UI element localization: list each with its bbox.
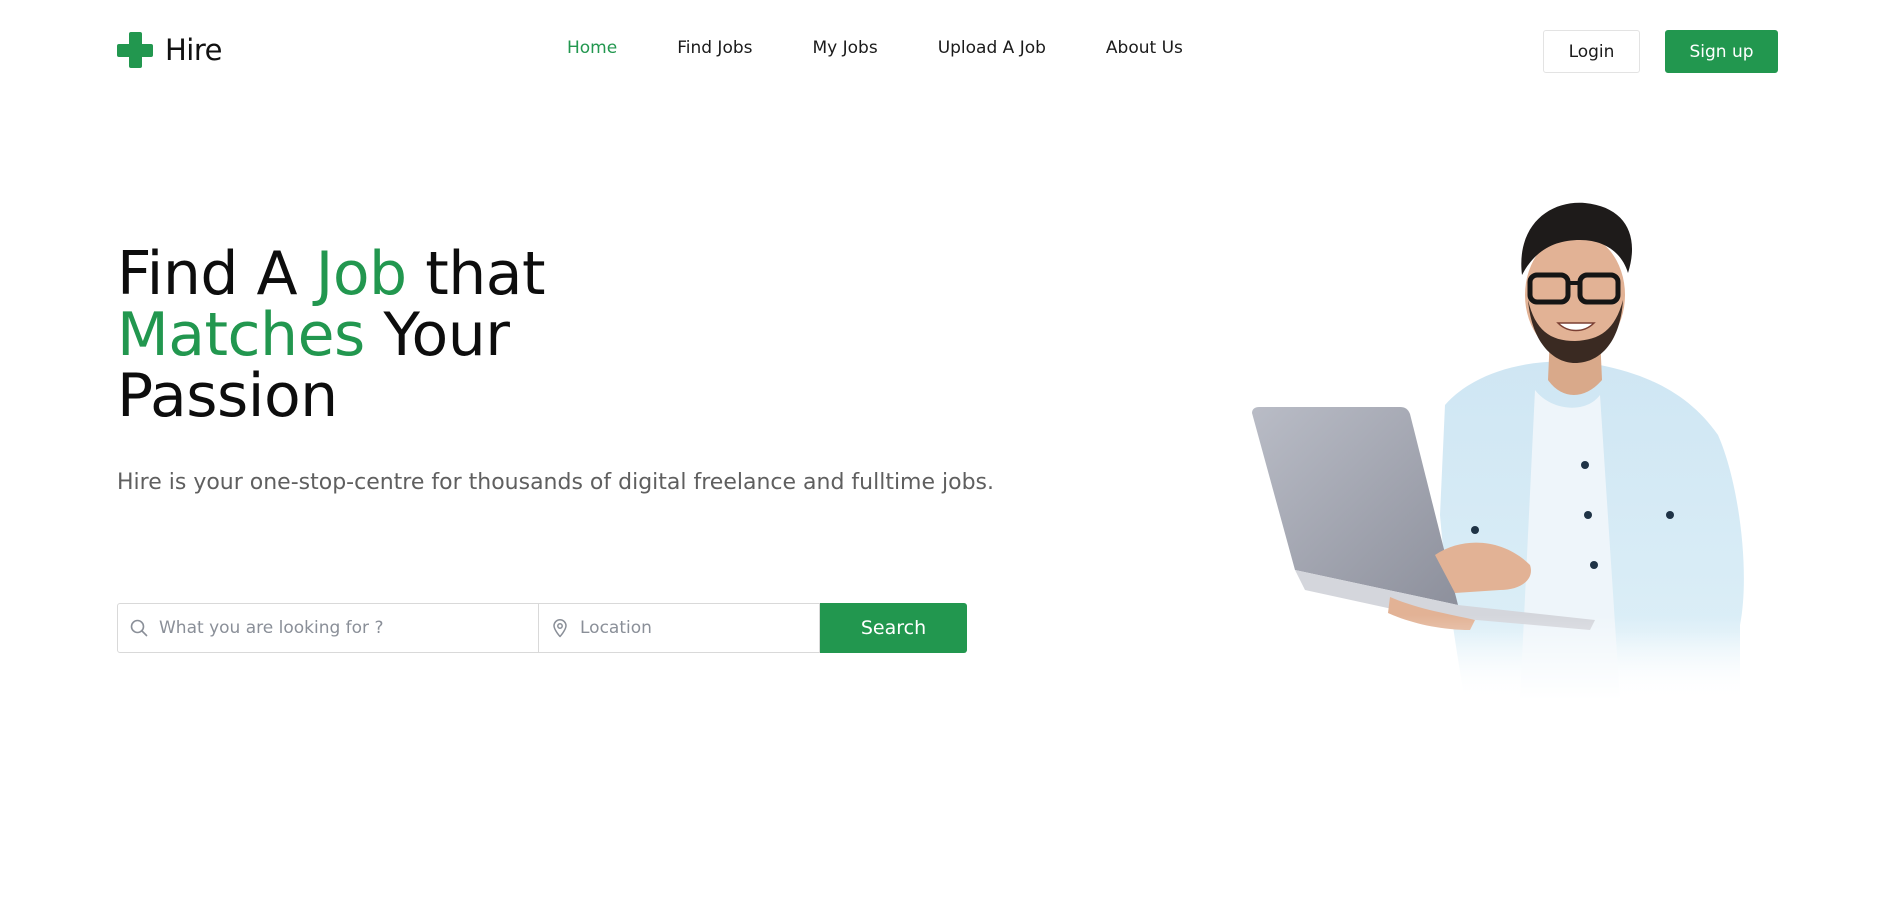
search-icon (130, 619, 148, 637)
hero-subtitle: Hire is your one-stop-centre for thousan… (117, 470, 995, 495)
nav-find-jobs[interactable]: Find Jobs (677, 38, 752, 58)
hero-title-highlight-matches: Matches (117, 300, 365, 370)
hero-title-part2: that (406, 239, 546, 309)
hero-title-part4: Passion (117, 361, 338, 431)
nav-upload-job[interactable]: Upload A Job (938, 38, 1046, 58)
brand-name: Hire (165, 33, 223, 67)
search-button[interactable]: Search (820, 603, 967, 653)
hero-title-part3: Your (364, 300, 510, 370)
hero-title: Find A Job that Matches Your Passion (117, 244, 546, 427)
site-header: Hire Home Find Jobs My Jobs Upload A Job… (0, 0, 1884, 102)
brand-logo[interactable]: Hire (117, 32, 223, 68)
location-input[interactable] (580, 618, 819, 638)
location-field[interactable] (539, 603, 820, 653)
map-pin-icon (553, 619, 567, 638)
nav-home[interactable]: Home (567, 38, 617, 58)
job-search-input[interactable] (159, 618, 538, 638)
hero-title-highlight-job: Job (315, 239, 408, 309)
job-search-field[interactable] (117, 603, 539, 653)
hero-title-part1: Find A (117, 239, 316, 309)
main-nav: Home Find Jobs My Jobs Upload A Job Abou… (567, 38, 1243, 58)
signup-button[interactable]: Sign up (1665, 30, 1778, 73)
nav-about-us[interactable]: About Us (1106, 38, 1183, 58)
plus-cross-icon (117, 32, 153, 68)
login-button[interactable]: Login (1543, 30, 1640, 73)
man-with-laptop-image (1250, 202, 1790, 700)
nav-my-jobs[interactable]: My Jobs (813, 38, 878, 58)
